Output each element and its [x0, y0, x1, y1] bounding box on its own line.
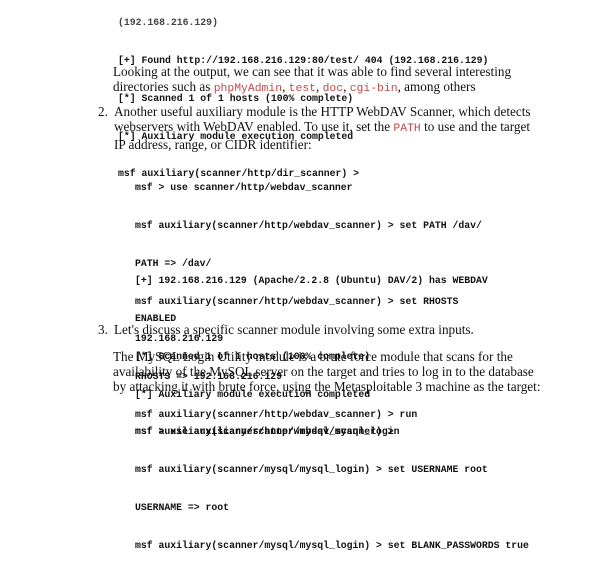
text-fragment: , [316, 79, 323, 94]
paragraph-scanner-inputs: Let's discuss a specific scanner module … [114, 322, 474, 337]
list-number-2: 2. [98, 104, 108, 119]
text-line: availability of the MySQL server on the … [113, 364, 534, 379]
code-line: USERNAME => root [135, 501, 230, 513]
text-fragment: , among others [397, 79, 476, 94]
code-line: msf > use scanner/http/webdav_scanner [135, 182, 353, 194]
code-line: msf auxiliary(scanner/http/webdav_scanne… [135, 219, 482, 231]
code-line: [+] 192.168.216.129 (Apache/2.2.8 (Ubunt… [135, 275, 488, 287]
inline-code-test: test [288, 83, 316, 95]
inline-code-cgi-bin: cgi-bin [349, 83, 398, 95]
inline-code-path: PATH [393, 123, 421, 135]
paragraph-webdav-intro: Another useful auxiliary module is the H… [114, 104, 584, 152]
text-fragment: webservers with WebDAV enabled. To use i… [114, 119, 394, 134]
text-line: Looking at the output, we can see that i… [113, 64, 512, 79]
code-line: msf auxiliary(scanner/mysql/mysql_login)… [135, 463, 488, 475]
inline-code-phpmyadmin: phpMyAdmin [213, 83, 283, 95]
text-fragment: , [282, 79, 289, 94]
code-line: (192.168.216.129) [118, 17, 218, 29]
text-line: The MySQL Login Utility module is a brut… [113, 349, 513, 364]
text-fragment: , [343, 79, 350, 94]
paragraph-mysql-login: The MySQL Login Utility module is a brut… [113, 349, 593, 394]
code-line: msf > use auxiliary/scanner/mysql/mysql_… [135, 426, 400, 438]
text-line: IP address, range, or CIDR identifier: [114, 137, 312, 152]
text-line: webservers with WebDAV enabled. To use i… [114, 119, 584, 137]
code-block-mysql-login: msf > use auxiliary/scanner/mysql/mysql_… [135, 401, 529, 577]
document-page: (192.168.216.129) [+] Found http://192.1… [0, 0, 600, 550]
inline-code-doc: doc [322, 83, 344, 95]
text-line: by attacking it with brute force, using … [113, 379, 541, 394]
paragraph-dir-scanner-result: Looking at the output, we can see that i… [113, 64, 583, 97]
text-fragment: to use and the target [420, 119, 531, 134]
text-fragment: directories such as [113, 79, 214, 94]
list-number-3: 3. [98, 322, 108, 337]
text-line: Another useful auxiliary module is the H… [114, 104, 531, 119]
code-line: msf auxiliary(scanner/mysql/mysql_login)… [135, 539, 529, 551]
text-line: directories such as phpMyAdmin, test, do… [113, 79, 583, 97]
